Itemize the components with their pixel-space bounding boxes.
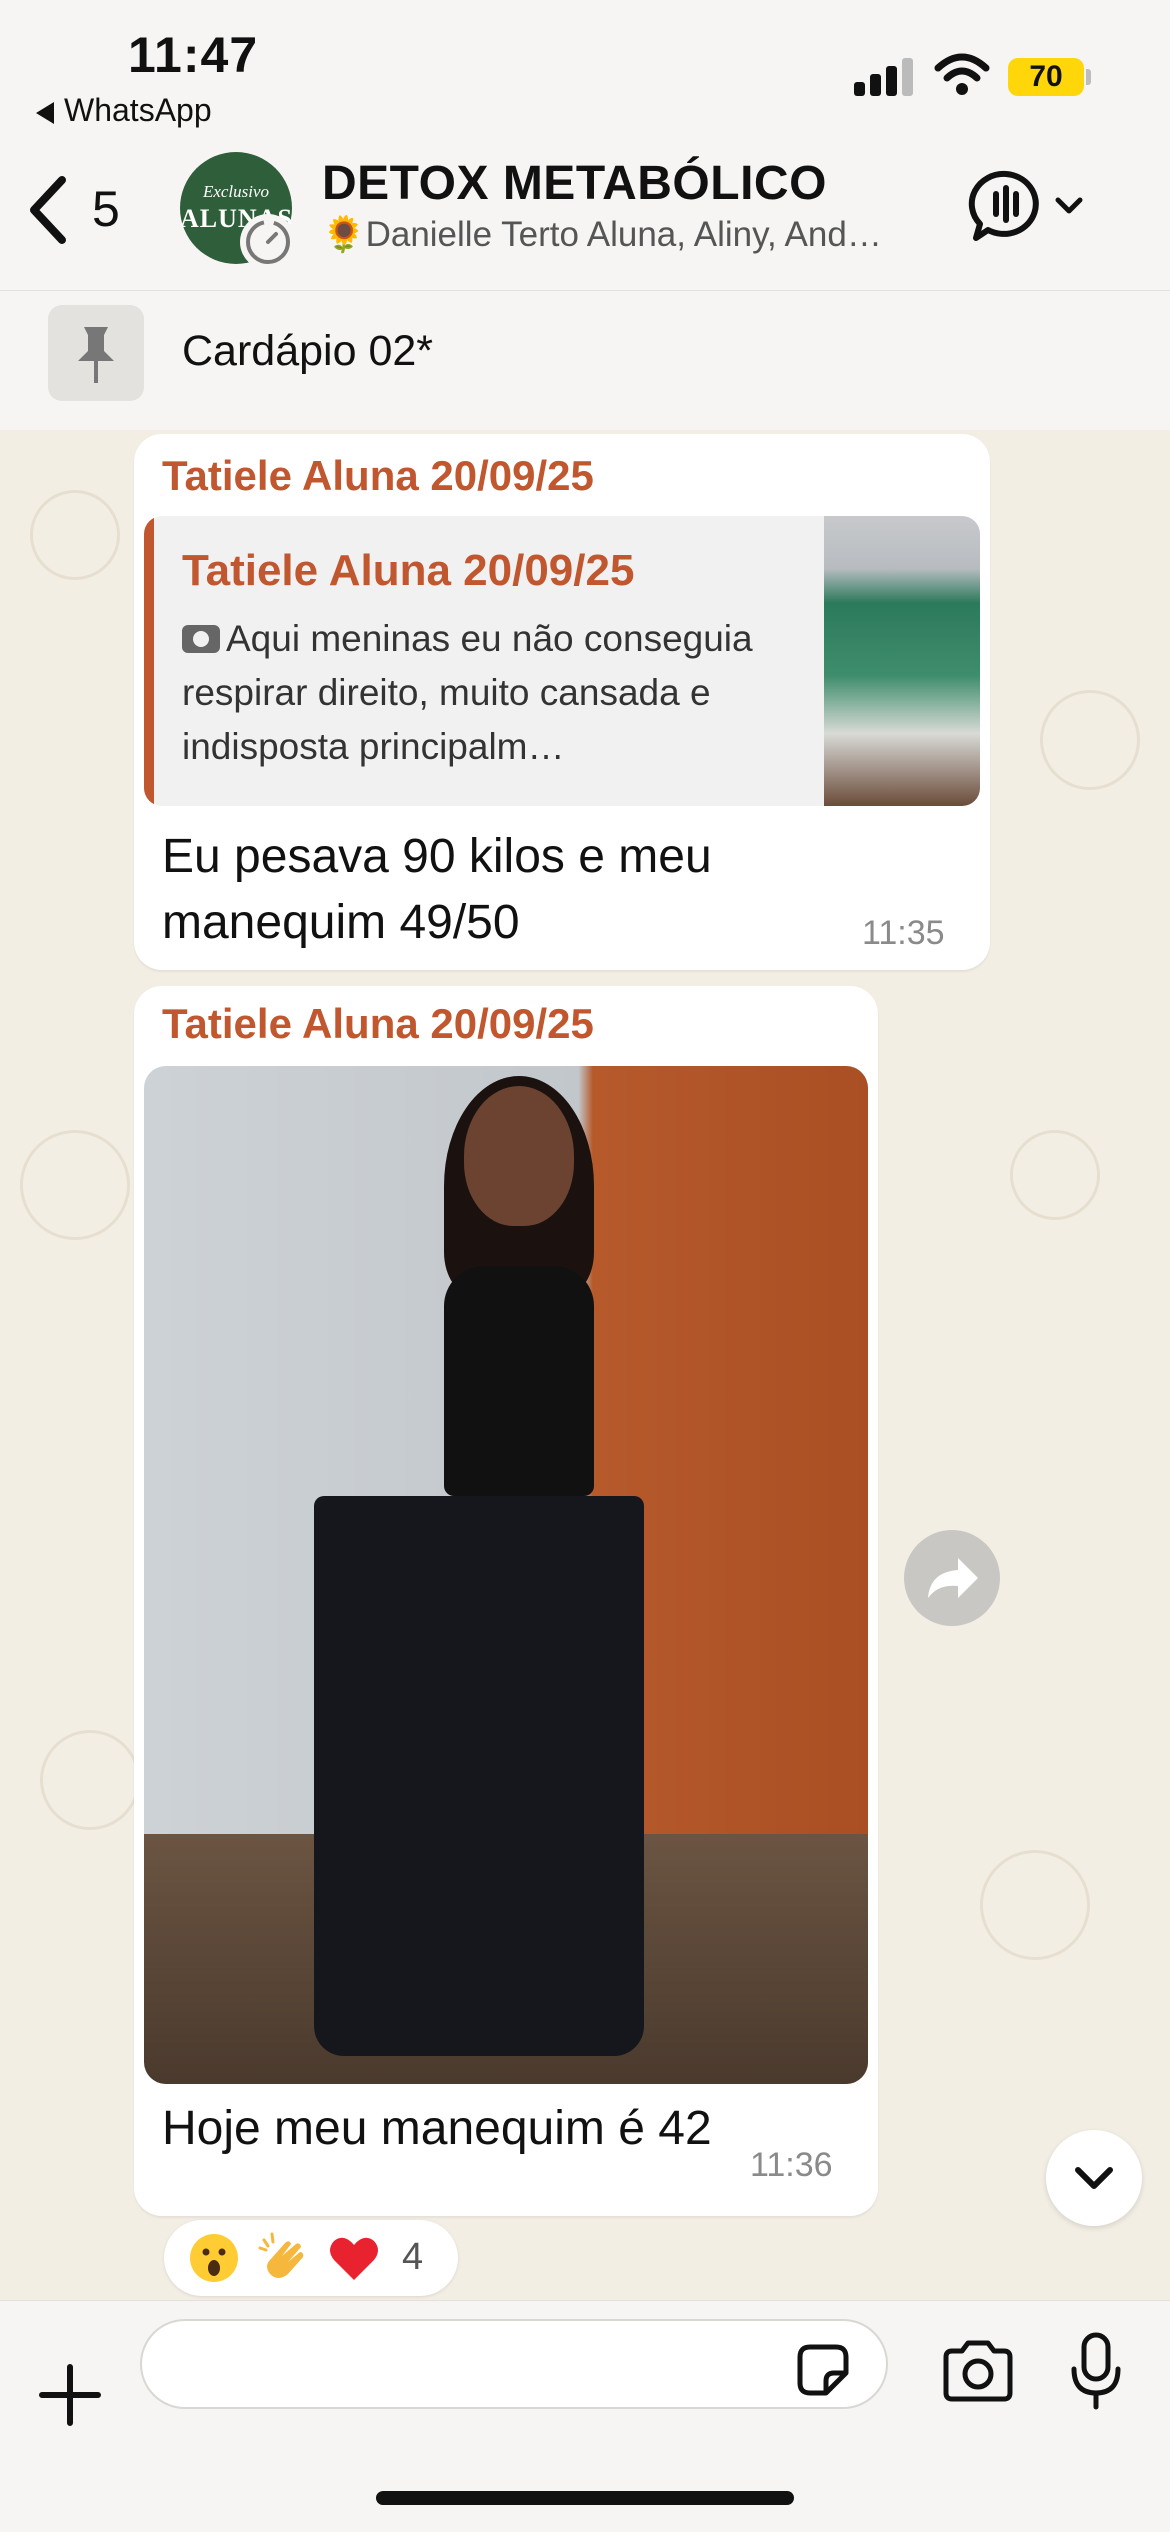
group-members[interactable]: 🌻Danielle Terto Aluna, Aliny, And… [322,214,934,255]
pinned-message-bar[interactable]: Cardápio 02* [0,290,1170,430]
battery-nub [1086,69,1091,85]
message-bubble[interactable]: Tatiele Aluna 20/09/25 Hoje meu manequim… [134,986,878,2216]
chevron-down-icon [1075,2167,1113,2189]
back-app-label: WhatsApp [64,92,212,128]
chat-header: 5 Exclusivo ALUNAS DETOX METABÓLICO 🌻Dan… [0,140,1170,280]
wallpaper-doodle [40,1730,140,1830]
quoted-message[interactable]: Tatiele Aluna 20/09/25 Aqui meninas eu n… [144,516,980,806]
quote-sender: Tatiele Aluna 20/09/25 [182,546,635,595]
battery-indicator: 70 [1008,58,1084,96]
photo-top [444,1266,594,1496]
message-sender[interactable]: Tatiele Aluna 20/09/25 [162,1000,594,1048]
avatar-text-line1: Exclusivo [202,182,270,201]
status-time: 11:47 [128,27,259,83]
mic-icon[interactable] [1068,2331,1124,2411]
quote-accent-bar [144,516,154,806]
plus-icon[interactable] [36,2361,104,2429]
unread-count[interactable]: 5 [92,180,120,238]
red-heart-icon [330,2237,378,2280]
quote-text-content: Aqui meninas eu não conseguia respirar d… [182,618,753,767]
quote-thumbnail-image [824,516,980,806]
top-bars: 11:47 WhatsApp 70 5 Exclusivo ALUNAS DET… [0,0,1170,430]
voice-chat-icon[interactable] [968,168,1044,244]
chevron-down-icon[interactable] [1052,188,1086,222]
message-text: Eu pesava 90 kilos e meu manequim 49/50 [162,830,712,949]
group-name[interactable]: DETOX METABÓLICO [322,156,827,211]
home-indicator[interactable] [376,2491,794,2505]
surprised-face-icon [190,2234,238,2282]
sticker-icon[interactable] [796,2343,850,2397]
wallpaper-doodle [30,490,120,580]
pin-icon [78,327,114,383]
wallpaper-doodle [20,1130,130,1240]
wifi-icon [934,53,990,95]
message-photo[interactable] [144,1066,868,2084]
camera-small-icon [182,625,220,653]
message-bubble[interactable]: Tatiele Aluna 20/09/25 Tatiele Aluna 20/… [134,434,990,970]
message-sender[interactable]: Tatiele Aluna 20/09/25 [162,452,594,500]
clapping-hands-icon [258,2232,304,2278]
message-text: Hoje meu manequim é 42 [162,2102,712,2155]
wallpaper-doodle [1010,1130,1100,1220]
scroll-to-bottom-button[interactable] [1046,2130,1142,2226]
forward-icon [928,1558,978,1598]
back-chevron-icon[interactable] [24,174,72,246]
reactions-pill[interactable]: 4 [164,2220,458,2296]
wallpaper-doodle [980,1850,1090,1960]
message-input[interactable] [140,2319,888,2409]
chat-area[interactable]: Tatiele Aluna 20/09/25 Tatiele Aluna 20/… [0,430,1170,2310]
pin-icon-box [48,305,144,401]
photo-head [464,1086,574,1226]
camera-icon[interactable] [940,2339,1016,2403]
signal-icon [854,56,914,96]
wallpaper-doodle [1040,690,1140,790]
composer-bar [0,2300,1170,2532]
quote-text: Aqui meninas eu não conseguia respirar d… [182,612,802,774]
pinned-title: Cardápio 02* [182,327,434,375]
photo-pants [314,1496,644,2056]
message-time: 11:36 [750,2146,833,2184]
back-triangle-icon [36,101,54,124]
forward-button[interactable] [904,1530,1000,1626]
message-time: 11:35 [862,914,945,952]
disappearing-timer-icon [240,214,296,270]
reaction-count: 4 [402,2236,424,2278]
back-to-app-link[interactable]: WhatsApp [36,92,212,129]
